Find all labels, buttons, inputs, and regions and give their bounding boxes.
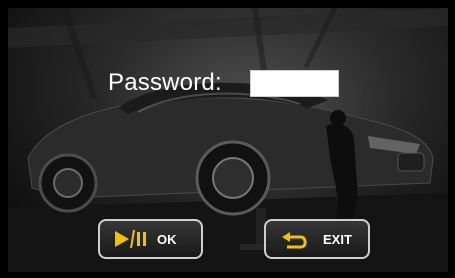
return-arrow-icon (281, 229, 309, 249)
play-pause-icon (114, 229, 148, 249)
ok-button[interactable]: OK (98, 219, 203, 259)
password-label: Password: (108, 69, 222, 96)
screen: Password: OK EXIT (0, 0, 455, 278)
password-input[interactable] (250, 70, 339, 97)
background-image (8, 8, 448, 272)
car-workshop-illustration (8, 8, 448, 272)
ok-label: OK (157, 231, 177, 247)
exit-button[interactable]: EXIT (264, 219, 370, 259)
exit-label: EXIT (323, 231, 352, 247)
